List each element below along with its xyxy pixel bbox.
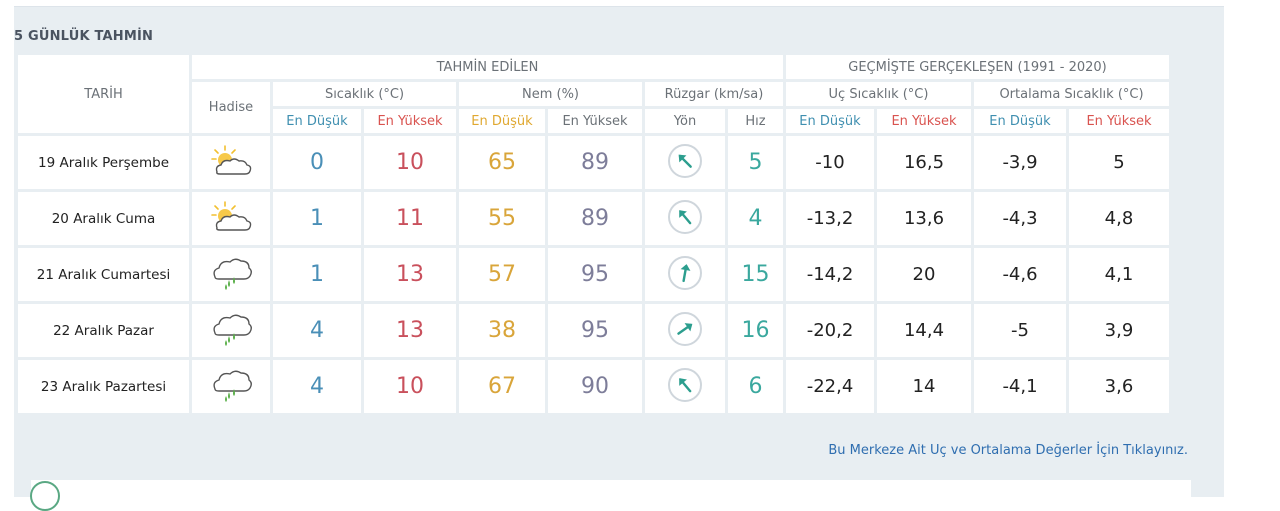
extreme-low: -20,2 xyxy=(786,304,874,357)
wind-arrow-icon xyxy=(668,367,702,402)
humidity-low: 57 xyxy=(459,248,545,301)
humidity-low: 65 xyxy=(459,136,545,189)
wind-speed-header: Hız xyxy=(728,109,783,133)
avg-low: -5 xyxy=(974,304,1066,357)
row-date: 20 Aralık Cuma xyxy=(18,192,189,245)
wind-speed: 4 xyxy=(728,192,783,245)
extreme-high-header: En Yüksek xyxy=(877,109,971,133)
avg-low-header: En Düşük xyxy=(974,109,1066,133)
humidity-high: 89 xyxy=(548,192,642,245)
next-section-bar xyxy=(31,480,1191,500)
extreme-high: 13,6 xyxy=(877,192,971,245)
weather-cell xyxy=(192,192,270,245)
avg-high: 3,6 xyxy=(1069,360,1169,413)
temp-high: 13 xyxy=(364,248,456,301)
wind-speed: 15 xyxy=(728,248,783,301)
wind-direction xyxy=(645,248,725,301)
rain-cloud-icon xyxy=(209,314,253,351)
extreme-low: -22,4 xyxy=(786,360,874,413)
wind-direction xyxy=(645,136,725,189)
weather-cell xyxy=(192,360,270,413)
humidity-header: Nem (%) xyxy=(459,82,642,106)
temp-low: 1 xyxy=(273,248,361,301)
avg-low: -4,3 xyxy=(974,192,1066,245)
humidity-low-header: En Düşük xyxy=(459,109,545,133)
temperature-header: Sıcaklık (°C) xyxy=(273,82,456,106)
temp-high: 13 xyxy=(364,304,456,357)
weather-cell xyxy=(192,304,270,357)
humidity-high: 95 xyxy=(548,304,642,357)
rain-cloud-icon xyxy=(209,258,253,295)
humidity-low: 67 xyxy=(459,360,545,413)
wind-arrow-icon xyxy=(668,311,702,346)
avg-high: 3,9 xyxy=(1069,304,1169,357)
temp-low: 1 xyxy=(273,192,361,245)
rain-cloud-icon xyxy=(209,370,253,407)
wind-direction-header: Yön xyxy=(645,109,725,133)
wind-speed: 6 xyxy=(728,360,783,413)
avg-low: -3,9 xyxy=(974,136,1066,189)
temp-low: 0 xyxy=(273,136,361,189)
extreme-high: 20 xyxy=(877,248,971,301)
temp-low: 4 xyxy=(273,304,361,357)
wind-direction xyxy=(645,192,725,245)
extreme-high: 16,5 xyxy=(877,136,971,189)
humidity-high: 89 xyxy=(548,136,642,189)
humidity-high: 90 xyxy=(548,360,642,413)
date-header: TARİH xyxy=(18,55,189,133)
avg-temp-header: Ortalama Sıcaklık (°C) xyxy=(974,82,1169,106)
extreme-low-header: En Düşük xyxy=(786,109,874,133)
wind-arrow-icon xyxy=(668,199,702,234)
weather-cell xyxy=(192,136,270,189)
avg-low: -4,1 xyxy=(974,360,1066,413)
wind-speed: 5 xyxy=(728,136,783,189)
temp-high-header: En Yüksek xyxy=(364,109,456,133)
forecast-row: 22 Aralık Pazar 4 13 38 95 16 -20,2 14,4… xyxy=(18,304,1169,357)
avg-high: 4,8 xyxy=(1069,192,1169,245)
partly-cloudy-icon xyxy=(209,144,253,182)
row-date: 23 Aralık Pazartesi xyxy=(18,360,189,413)
temp-high: 11 xyxy=(364,192,456,245)
forecast-group-header: TAHMİN EDİLEN xyxy=(192,55,783,79)
partly-cloudy-icon xyxy=(209,200,253,238)
forecast-row: 23 Aralık Pazartesi 4 10 67 90 6 -22,4 1… xyxy=(18,360,1169,413)
history-group-header: GEÇMİŞTE GERÇEKLEŞEN (1991 - 2020) xyxy=(786,55,1169,79)
wind-direction xyxy=(645,304,725,357)
temp-low-header: En Düşük xyxy=(273,109,361,133)
extreme-temp-header: Uç Sıcaklık (°C) xyxy=(786,82,971,106)
temp-high: 10 xyxy=(364,360,456,413)
row-date: 21 Aralık Cumartesi xyxy=(18,248,189,301)
wind-speed: 16 xyxy=(728,304,783,357)
forecast-row: 20 Aralık Cuma 1 11 55 89 4 -13,2 13,6 -… xyxy=(18,192,1169,245)
humidity-low: 55 xyxy=(459,192,545,245)
forecast-table: TARİH TAHMİN EDİLEN GEÇMİŞTE GERÇEKLEŞEN… xyxy=(15,52,1172,416)
extreme-low: -10 xyxy=(786,136,874,189)
avg-high: 4,1 xyxy=(1069,248,1169,301)
row-date: 22 Aralık Pazar xyxy=(18,304,189,357)
humidity-high-header: En Yüksek xyxy=(548,109,642,133)
forecast-row: 19 Aralık Perşembe 0 10 65 89 5 -10 16,5… xyxy=(18,136,1169,189)
wind-direction xyxy=(645,360,725,413)
clock-icon xyxy=(30,481,60,511)
humidity-high: 95 xyxy=(548,248,642,301)
temp-high: 10 xyxy=(364,136,456,189)
forecast-row: 21 Aralık Cumartesi 1 13 57 95 15 -14,2 … xyxy=(18,248,1169,301)
section-title: 5 GÜNLÜK TAHMİN xyxy=(14,29,154,44)
extreme-high: 14 xyxy=(877,360,971,413)
wind-arrow-icon xyxy=(668,255,702,290)
temp-low: 4 xyxy=(273,360,361,413)
avg-high-header: En Yüksek xyxy=(1069,109,1169,133)
center-values-link[interactable]: Bu Merkeze Ait Uç ve Ortalama Değerler İ… xyxy=(828,443,1188,458)
event-header: Hadise xyxy=(192,82,270,133)
avg-high: 5 xyxy=(1069,136,1169,189)
humidity-low: 38 xyxy=(459,304,545,357)
row-date: 19 Aralık Perşembe xyxy=(18,136,189,189)
avg-low: -4,6 xyxy=(974,248,1066,301)
weather-cell xyxy=(192,248,270,301)
wind-arrow-icon xyxy=(668,143,702,178)
extreme-low: -13,2 xyxy=(786,192,874,245)
wind-header: Rüzgar (km/sa) xyxy=(645,82,783,106)
extreme-high: 14,4 xyxy=(877,304,971,357)
extreme-low: -14,2 xyxy=(786,248,874,301)
